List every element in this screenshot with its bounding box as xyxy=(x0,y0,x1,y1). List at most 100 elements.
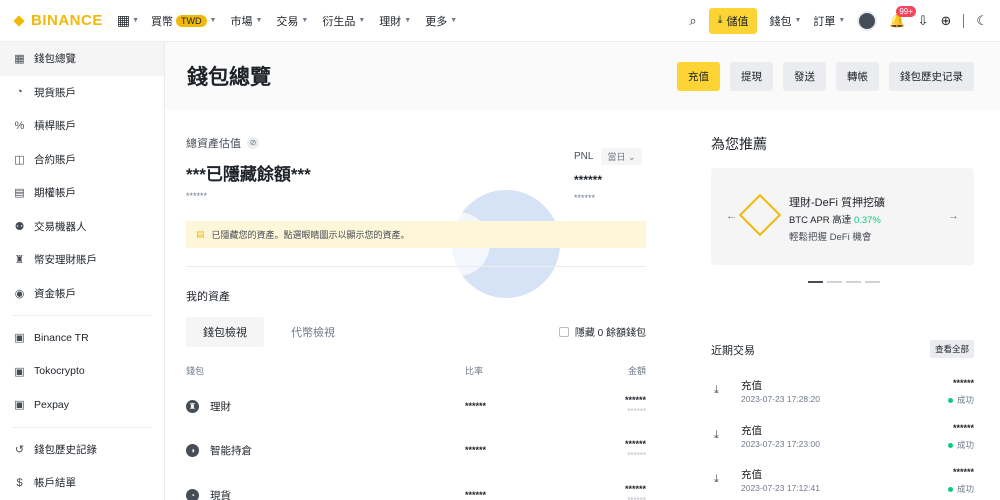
earn-icon: ♜ xyxy=(186,400,199,413)
orders-menu[interactable]: 訂單 ▼ xyxy=(813,13,845,29)
hidden-notice: ▤ 已隱藏您的資產。點選眼睛圖示以顯示您的資產。 xyxy=(186,221,646,248)
tab-wallet-view[interactable]: 錢包檢視 xyxy=(186,317,264,347)
percent-icon: % xyxy=(14,119,25,132)
smart-icon: ◑ xyxy=(186,444,199,457)
column-header-ratio: 比率 xyxy=(465,366,484,376)
divider xyxy=(963,13,965,28)
sidebar-item-bots[interactable]: ⚉ 交易機器人 xyxy=(0,210,164,244)
hide-zero-toggle[interactable]: 隱藏 0 餘額錢包 xyxy=(558,324,646,339)
nav-markets[interactable]: 市場 ▼ xyxy=(230,13,262,29)
sidebar-item-earn[interactable]: ♜ 幣安理財賬戶 xyxy=(0,243,164,277)
withdraw-button[interactable]: 提現 xyxy=(730,61,773,91)
download-icon: ⤓ xyxy=(717,14,723,26)
download-icon: ⤓ xyxy=(714,473,719,485)
arrow-left-icon[interactable]: ← xyxy=(726,210,737,222)
main-nav: 買幣 TWD ▼ 市場 ▼ 交易 ▼ 衍生品 ▼ 理財 ▼ 更多 ▼ xyxy=(151,13,457,29)
recent-title: 近期交易 xyxy=(711,345,755,357)
recommend-card[interactable]: ← 理財-DeFi 質押挖礦 BTC APR 高達 0.37% 輕鬆把握 DeF… xyxy=(711,168,974,265)
top-right-tools: ⌕ ⤓ 儲值 錢包 ▼ 訂單 ▼ 🔔 99+ ⇩ ⊕ ☾ xyxy=(689,5,988,34)
search-icon[interactable]: ⌕ xyxy=(689,13,696,29)
carousel-dot[interactable] xyxy=(808,281,823,283)
sidebar-item-margin[interactable]: % 槓桿賬戶 xyxy=(0,109,164,143)
carousel-dot[interactable] xyxy=(827,281,842,283)
chevron-down-icon: ▼ xyxy=(255,17,263,24)
globe-icon[interactable]: ⊕ xyxy=(940,13,951,29)
divider xyxy=(186,266,646,267)
nav-buy-crypto[interactable]: 買幣 TWD ▼ xyxy=(151,13,216,29)
pnl-sub: ****** xyxy=(574,193,596,203)
divider xyxy=(12,426,152,428)
chevron-down-icon: ▼ xyxy=(838,17,846,24)
sidebar-item-spot[interactable]: ◔ 現貨賬戶 xyxy=(0,76,164,110)
nav-trade[interactable]: 交易 ▼ xyxy=(276,13,308,29)
sidebar-item-futures[interactable]: ◫ 合約賬戶 xyxy=(0,143,164,177)
funding-icon: ◉ xyxy=(14,287,25,300)
deposit-action-button[interactable]: 充值 xyxy=(677,61,720,91)
pnl-period-select[interactable]: 當日 ⌄ xyxy=(601,148,642,165)
piggy-icon: ♜ xyxy=(14,254,25,267)
chevron-down-icon: ▼ xyxy=(450,17,458,24)
nav-more[interactable]: 更多 ▼ xyxy=(425,13,457,29)
table-row[interactable]: ♜ 理財 ****** ****** ****** xyxy=(186,389,646,429)
list-item[interactable]: ⤓ 充值 2023-07-23 17:28:20 ****** 成功 xyxy=(711,376,974,416)
table-row[interactable]: ◔現貨 ****** ************ xyxy=(186,478,646,500)
chevron-down-icon: ▼ xyxy=(794,17,802,24)
deposit-button[interactable]: ⤓ 儲值 xyxy=(708,7,758,34)
column-header-amount: 金額 xyxy=(627,366,646,376)
nav-earn[interactable]: 理財 ▼ xyxy=(379,13,411,29)
defi-staking-icon xyxy=(738,193,782,237)
history-icon: ↺ xyxy=(14,443,25,456)
spot-icon: ◔ xyxy=(186,489,199,500)
page-header: 錢包總覽 充值 提現 發送 轉帳 錢包歷史记录 xyxy=(165,42,1000,110)
binance-logo[interactable]: BINANCE xyxy=(12,12,103,29)
sidebar-item-funding[interactable]: ◉ 資金帳戶 xyxy=(0,277,164,311)
pnl-block: PNL 當日 ⌄ ****** ****** xyxy=(574,148,642,203)
estimate-label: 總資產估值 xyxy=(186,138,241,150)
carousel-dot[interactable] xyxy=(865,281,880,283)
download-icon: ⤓ xyxy=(714,429,719,441)
transfer-button[interactable]: 轉帳 xyxy=(836,61,879,91)
wallet-menu[interactable]: 錢包 ▼ xyxy=(769,13,801,29)
table-row[interactable]: ◑ 智能持倉 ****** ****** ****** xyxy=(186,433,646,473)
view-all-button[interactable]: 查看全部 xyxy=(929,340,974,358)
hide-zero-checkbox[interactable] xyxy=(558,326,569,337)
sidebar-item-pexpay[interactable]: ▣ Pexpay xyxy=(0,388,164,422)
moon-icon[interactable]: ☾ xyxy=(976,13,988,29)
robot-icon: ⚉ xyxy=(14,220,25,233)
page-title: 錢包總覽 xyxy=(187,66,271,89)
download-app-icon[interactable]: ⇩ xyxy=(918,13,929,29)
wallet-icon: ▣ xyxy=(14,365,25,378)
options-icon: ▤ xyxy=(14,187,25,200)
arrow-right-icon[interactable]: → xyxy=(948,210,959,222)
wallet-history-button[interactable]: 錢包歷史记录 xyxy=(889,61,974,91)
hidden-balance: ***已隱藏餘額*** xyxy=(186,165,311,184)
spot-icon: ◔ xyxy=(16,86,23,99)
tab-token-view[interactable]: 代幣檢視 xyxy=(274,317,352,347)
gift-icon: ▤ xyxy=(196,229,205,239)
hidden-balance-sub: ****** xyxy=(186,191,208,201)
dollar-icon: $ xyxy=(16,476,23,489)
sidebar-item-overview[interactable]: ▦ 錢包總覽 xyxy=(0,42,164,76)
send-button[interactable]: 發送 xyxy=(783,61,826,91)
list-item[interactable]: ⤓ 充值 2023-07-23 17:23:00 ****** 成功 xyxy=(711,421,974,461)
sidebar-item-binance-tr[interactable]: ▣ Binance TR xyxy=(0,321,164,355)
avatar[interactable] xyxy=(857,10,878,31)
sidebar-item-history[interactable]: ↺ 錢包歷史記錄 xyxy=(0,433,164,467)
sidebar-item-options[interactable]: ▤ 期權帳戶 xyxy=(0,176,164,210)
futures-icon: ◫ xyxy=(14,153,25,166)
carousel-dots xyxy=(808,281,880,283)
currency-badge: TWD xyxy=(176,14,207,27)
list-item[interactable]: ⤓ 充值 2023-07-23 17:12:41 ****** 成功 xyxy=(711,465,974,500)
carousel-dot[interactable] xyxy=(846,281,861,283)
nav-derivatives[interactable]: 衍生品 ▼ xyxy=(322,13,365,29)
dashboard-icon: ▦ xyxy=(14,53,25,66)
apps-grid-icon[interactable]: ▦ ▼ xyxy=(117,12,139,29)
eye-slash-icon[interactable]: ⊘ xyxy=(247,136,259,149)
sidebar-item-statement[interactable]: $ 帳戶結單 xyxy=(0,466,164,500)
sidebar-item-tokocrypto[interactable]: ▣ Tokocrypto xyxy=(0,355,164,389)
status-dot xyxy=(947,397,953,403)
notification-badge: 99+ xyxy=(896,5,916,17)
bell-icon[interactable]: 🔔 99+ xyxy=(889,5,916,29)
divider xyxy=(12,315,152,316)
header-actions: 充值 提現 發送 轉帳 錢包歷史记录 xyxy=(677,61,974,91)
